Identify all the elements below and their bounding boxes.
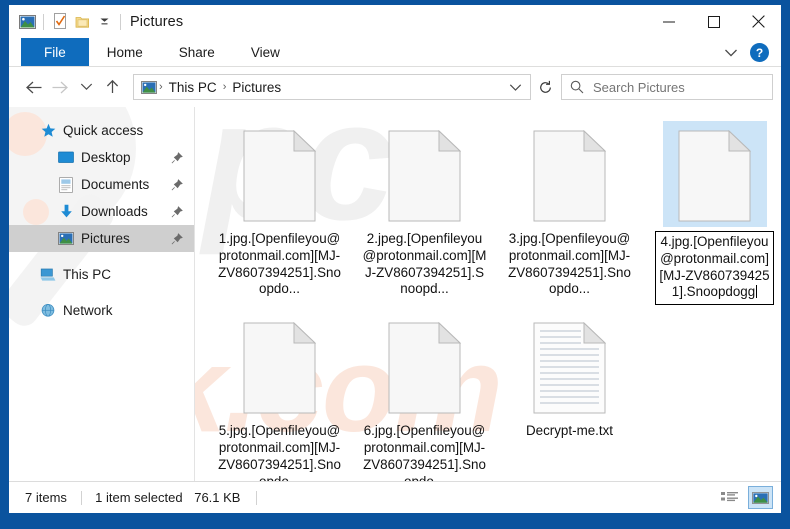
refresh-button[interactable] [531,74,559,100]
customize-qat-dropdown-icon[interactable] [93,11,115,33]
blank-document-icon [228,121,332,227]
breadcrumb-pictures-icon [140,78,158,96]
status-selection: 1 item selected [95,490,183,505]
search-icon [570,80,584,94]
pictures-folder-icon[interactable] [16,11,38,33]
address-bar[interactable]: › This PC › Pictures [133,74,531,100]
explorer-body: Quick access Desktop Documents Downloads… [9,107,781,481]
tab-view[interactable]: View [233,38,298,66]
file-label: 2.jpeg.[Openfileyou@protonmail.com][MJ-Z… [362,231,487,297]
sidebar-label-downloads: Downloads [81,204,148,219]
navigation-pane: Quick access Desktop Documents Downloads… [9,107,194,481]
large-icons-view-icon[interactable] [748,486,773,509]
explorer-window: Pictures File Home Share View ? › This P… [9,5,781,513]
qat-divider-1 [43,13,44,30]
documents-icon [57,176,75,194]
status-text: 7 items 1 item selected 76.1 KB [25,490,258,505]
up-button[interactable] [99,74,125,100]
tab-share[interactable]: Share [161,38,233,66]
file-item-1[interactable]: 1.jpg.[Openfileyou@protonmail.com][MJ-ZV… [207,115,352,305]
computer-icon [39,266,57,284]
forward-button[interactable] [47,74,73,100]
ribbon-right-controls: ? [718,38,777,67]
file-item-4[interactable]: 4.jpg.[Openfileyou@protonmail.com][MJ-ZV… [642,115,781,306]
qat-divider-2 [120,13,121,30]
sidebar-item-documents[interactable]: Documents [9,171,194,198]
navigation-bar: › This PC › Pictures [9,67,781,107]
sidebar-gap-2 [9,288,194,297]
sidebar-item-network[interactable]: Network [9,297,194,324]
sidebar-item-quick-access[interactable]: Quick access [9,117,194,144]
pin-icon[interactable] [170,151,184,165]
pin-icon[interactable] [170,178,184,192]
network-icon [39,302,57,320]
download-icon [57,203,75,221]
star-icon [39,122,57,140]
text-document-icon [518,313,622,419]
file-label: 1.jpg.[Openfileyou@protonmail.com][MJ-ZV… [218,231,341,297]
status-bar: 7 items 1 item selected 76.1 KB [9,481,781,513]
search-input[interactable] [593,79,772,95]
file-label: 6.jpg.[Openfileyou@protonmail.com][MJ-ZV… [363,423,486,481]
file-list-pane[interactable]: pc risk.com 1.jpg.[Openfileyou@protonmai… [194,107,781,481]
file-label: 3.jpg.[Openfileyou@protonmail.com][MJ-ZV… [508,231,631,297]
pictures-icon [57,230,75,248]
breadcrumb-this-pc[interactable]: This PC [164,80,222,95]
sidebar-label-this-pc: This PC [63,267,112,282]
search-box[interactable] [561,74,773,100]
breadcrumb-pictures[interactable]: Pictures [227,80,286,95]
close-button[interactable] [736,5,781,38]
sidebar-item-pictures[interactable]: Pictures [9,225,194,252]
back-button[interactable] [21,74,47,100]
chevron-down-icon[interactable] [718,40,744,66]
sidebar-label-pictures: Pictures [81,231,130,246]
file-grid: 1.jpg.[Openfileyou@protonmail.com][MJ-ZV… [195,107,781,481]
status-item-count: 7 items [25,490,67,505]
blank-document-icon [228,313,332,419]
tab-home[interactable]: Home [89,38,161,66]
sidebar-label-quick-access: Quick access [63,123,144,138]
maximize-button[interactable] [691,5,736,38]
desktop-icon [57,149,75,167]
sidebar-label-documents: Documents [81,177,150,192]
file-label: Decrypt-me.txt [525,423,614,439]
blank-document-icon [518,121,622,227]
minimize-button[interactable] [646,5,691,38]
sidebar-gap-1 [9,252,194,261]
view-mode-buttons [717,486,773,509]
tab-file[interactable]: File [21,38,89,66]
help-button[interactable]: ? [750,43,769,62]
sidebar-label-desktop: Desktop [81,150,131,165]
recent-locations-button[interactable] [73,74,99,100]
title-bar: Pictures [9,5,781,38]
sidebar-label-network: Network [63,303,113,318]
quick-access-toolbar [9,11,126,33]
window-title: Pictures [130,13,184,30]
pin-icon[interactable] [170,232,184,246]
file-rename-input[interactable]: 4.jpg.[Openfileyou@protonmail.com][MJ-ZV… [655,231,774,306]
blank-document-icon [662,121,767,227]
sidebar-item-desktop[interactable]: Desktop [9,144,194,171]
sidebar-item-this-pc[interactable]: This PC [9,261,194,288]
address-dropdown-icon[interactable] [504,75,526,99]
file-item-7[interactable]: Decrypt-me.txt [497,307,642,481]
file-label: 5.jpg.[Openfileyou@protonmail.com][MJ-ZV… [218,423,341,481]
file-item-3[interactable]: 3.jpg.[Openfileyou@protonmail.com][MJ-ZV… [497,115,642,305]
status-divider-1 [80,491,82,505]
status-divider-2 [256,491,258,505]
status-selection-size: 76.1 KB [194,490,241,505]
file-item-6[interactable]: 6.jpg.[Openfileyou@protonmail.com][MJ-ZV… [352,307,497,481]
file-item-5[interactable]: 5.jpg.[Openfileyou@protonmail.com][MJ-ZV… [207,307,352,481]
blank-document-icon [373,313,477,419]
ribbon-tab-bar: File Home Share View ? [9,38,781,67]
window-controls [646,5,781,38]
properties-icon[interactable] [49,11,71,33]
new-folder-icon[interactable] [71,11,93,33]
blank-document-icon [373,121,477,227]
sidebar-item-downloads[interactable]: Downloads [9,198,194,225]
details-view-icon[interactable] [717,486,742,509]
file-item-2[interactable]: 2.jpeg.[Openfileyou@protonmail.com][MJ-Z… [352,115,497,305]
pin-icon[interactable] [170,205,184,219]
